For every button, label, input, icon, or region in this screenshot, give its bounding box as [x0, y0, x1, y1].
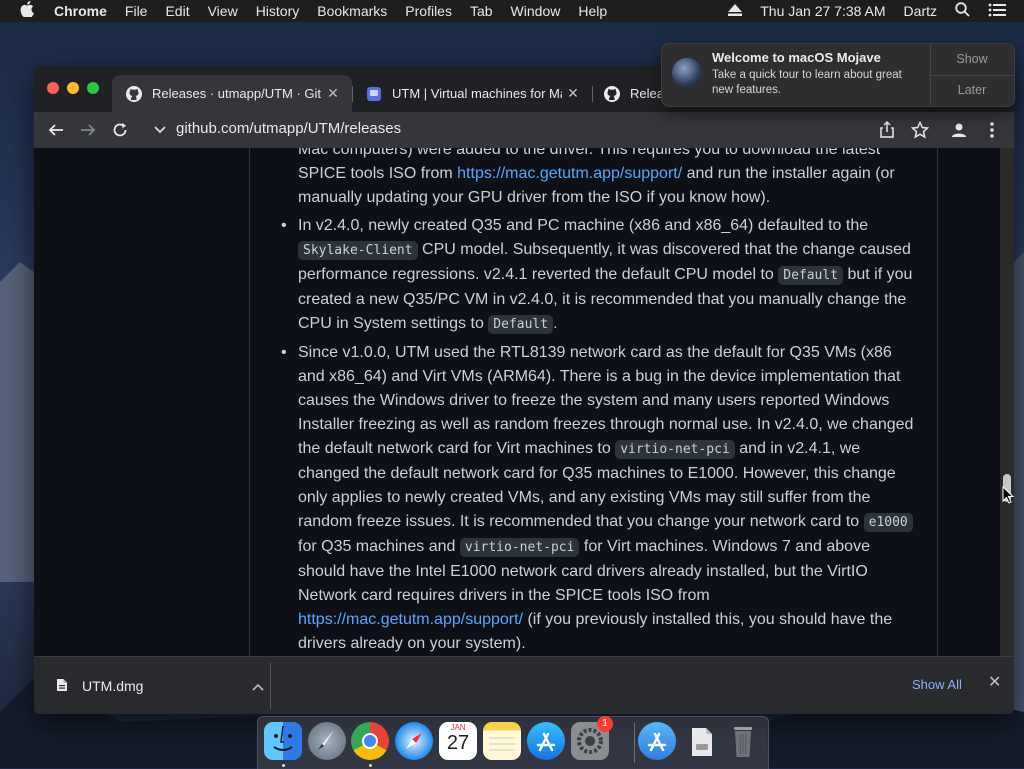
calendar-day: 27 [446, 732, 470, 754]
running-indicator [369, 764, 372, 767]
menu-bookmarks[interactable]: Bookmarks [317, 3, 387, 19]
zoom-window-button[interactable] [87, 82, 99, 94]
notification-show-button[interactable]: Show [930, 52, 1014, 66]
chevron-up-icon[interactable] [252, 678, 264, 694]
menubar-clock[interactable]: Thu Jan 27 7:38 AM [760, 3, 885, 19]
address-bar-url[interactable]: github.com/utmapp/UTM/releases [176, 120, 401, 137]
more-menu-icon[interactable] [980, 118, 1004, 142]
safari-icon[interactable] [395, 722, 433, 760]
note-text: In v2.4.0, newly created Q35 and PC mach… [298, 217, 869, 234]
reload-icon[interactable] [108, 118, 132, 142]
spotlight-search-icon[interactable] [955, 2, 970, 20]
support-link[interactable]: https://mac.getutm.app/support/ [298, 611, 523, 628]
site-info-chevron-icon[interactable] [148, 118, 172, 142]
system-preferences-icon[interactable]: 1 [571, 716, 613, 760]
profile-icon[interactable] [947, 118, 971, 142]
page-scrollbar[interactable] [1000, 148, 1014, 656]
notification-center-icon[interactable] [988, 3, 1006, 20]
menu-file[interactable]: File [125, 3, 148, 19]
menu-help[interactable]: Help [578, 3, 607, 19]
downloads-stack-icon[interactable] [682, 722, 720, 760]
show-all-downloads-button[interactable]: Show All [912, 677, 962, 692]
mouse-cursor-icon [1002, 486, 1014, 504]
trash-icon[interactable] [724, 722, 762, 760]
menu-profiles[interactable]: Profiles [405, 3, 452, 19]
download-separator [270, 663, 271, 709]
running-indicator [282, 764, 285, 767]
notification-body: Take a quick tour to learn about great n… [712, 69, 902, 96]
note-text: for Q35 machines and [298, 538, 460, 555]
download-shelf: UTM.dmg Show All ✕ [34, 656, 1014, 714]
close-window-button[interactable] [47, 82, 59, 94]
calendar-month: JAN [450, 723, 466, 732]
github-icon [604, 85, 620, 102]
browser-toolbar: github.com/utmapp/UTM/releases [34, 112, 1014, 148]
notification-button-divider [930, 75, 1014, 76]
note-text: . [553, 315, 558, 332]
app-store-icon[interactable] [527, 722, 565, 760]
file-icon [56, 678, 68, 695]
support-link[interactable]: https://mac.getutm.app/support/ [457, 165, 682, 182]
menu-window[interactable]: Window [511, 3, 561, 19]
tab-utm-website[interactable]: UTM | Virtual machines for Mac ✕ [352, 75, 592, 112]
download-item[interactable]: UTM.dmg [52, 669, 270, 703]
inline-code: virtio-net-pci [459, 538, 580, 557]
notification-later-button[interactable]: Later [930, 83, 1014, 97]
inline-code: virtio-net-pci [615, 440, 735, 459]
tab-releases-3[interactable]: Releases [590, 75, 670, 112]
menu-bar: Chrome File Edit View History Bookmarks … [0, 0, 1024, 22]
launchpad-icon[interactable] [308, 722, 346, 760]
menu-history[interactable]: History [256, 3, 300, 19]
notification-title: Welcome to macOS Mojave [712, 50, 881, 65]
intro-paragraph: Mac computers) were added to the driver.… [298, 148, 918, 210]
chrome-window: Releases · utmapp/UTM · GitHub ✕ UTM | V… [34, 66, 1014, 714]
download-filename: UTM.dmg [82, 678, 144, 694]
page-content: Mac computers) were added to the driver.… [34, 148, 1014, 656]
inline-code: Skylake-Client [298, 241, 418, 260]
applications-folder-icon[interactable] [638, 722, 676, 760]
inline-code: Default [488, 315, 554, 334]
apple-menu-icon[interactable] [20, 0, 36, 22]
finder-icon[interactable] [264, 722, 302, 760]
notes-list: In v2.4.0, newly created Q35 and PC mach… [250, 214, 937, 656]
utm-favicon-icon [366, 86, 382, 102]
list-item: Since v1.0.0, UTM used the RTL8139 netwo… [281, 341, 918, 656]
menu-app-name[interactable]: Chrome [54, 3, 107, 19]
notification-badge: 1 [597, 716, 613, 732]
dock-separator [634, 723, 635, 763]
macos-notification[interactable]: Welcome to macOS Mojave Take a quick tou… [661, 43, 1015, 107]
menu-edit[interactable]: Edit [165, 3, 189, 19]
bookmark-star-icon[interactable] [908, 118, 932, 142]
tab-title: Releases · utmapp/UTM · GitHub [152, 86, 322, 101]
calendar-icon[interactable]: JAN 27 [439, 722, 477, 760]
chrome-icon[interactable] [351, 722, 389, 760]
notes-icon[interactable] [483, 722, 521, 760]
tab-close-icon[interactable]: ✕ [322, 85, 344, 102]
inline-code: e1000 [863, 513, 913, 532]
close-download-shelf-icon[interactable]: ✕ [988, 672, 1001, 692]
menu-tab[interactable]: Tab [470, 3, 493, 19]
share-icon[interactable] [875, 118, 899, 142]
menubar-user[interactable]: Dartz [904, 3, 937, 19]
eject-icon[interactable] [728, 3, 743, 19]
tab-close-icon[interactable]: ✕ [562, 85, 584, 102]
tab-releases-github[interactable]: Releases · utmapp/UTM · GitHub ✕ [112, 75, 352, 112]
inline-code: Default [778, 266, 844, 285]
menu-view[interactable]: View [208, 3, 238, 19]
release-notes: Mac computers) were added to the driver.… [249, 148, 938, 656]
tab-title: UTM | Virtual machines for Mac [392, 86, 562, 101]
forward-icon[interactable] [76, 118, 100, 142]
dock: JAN 27 1 [257, 716, 769, 769]
minimize-window-button[interactable] [67, 82, 79, 94]
back-icon[interactable] [44, 118, 68, 142]
github-icon [126, 85, 142, 102]
list-item: In v2.4.0, newly created Q35 and PC mach… [281, 214, 918, 337]
mojave-icon [672, 58, 702, 88]
